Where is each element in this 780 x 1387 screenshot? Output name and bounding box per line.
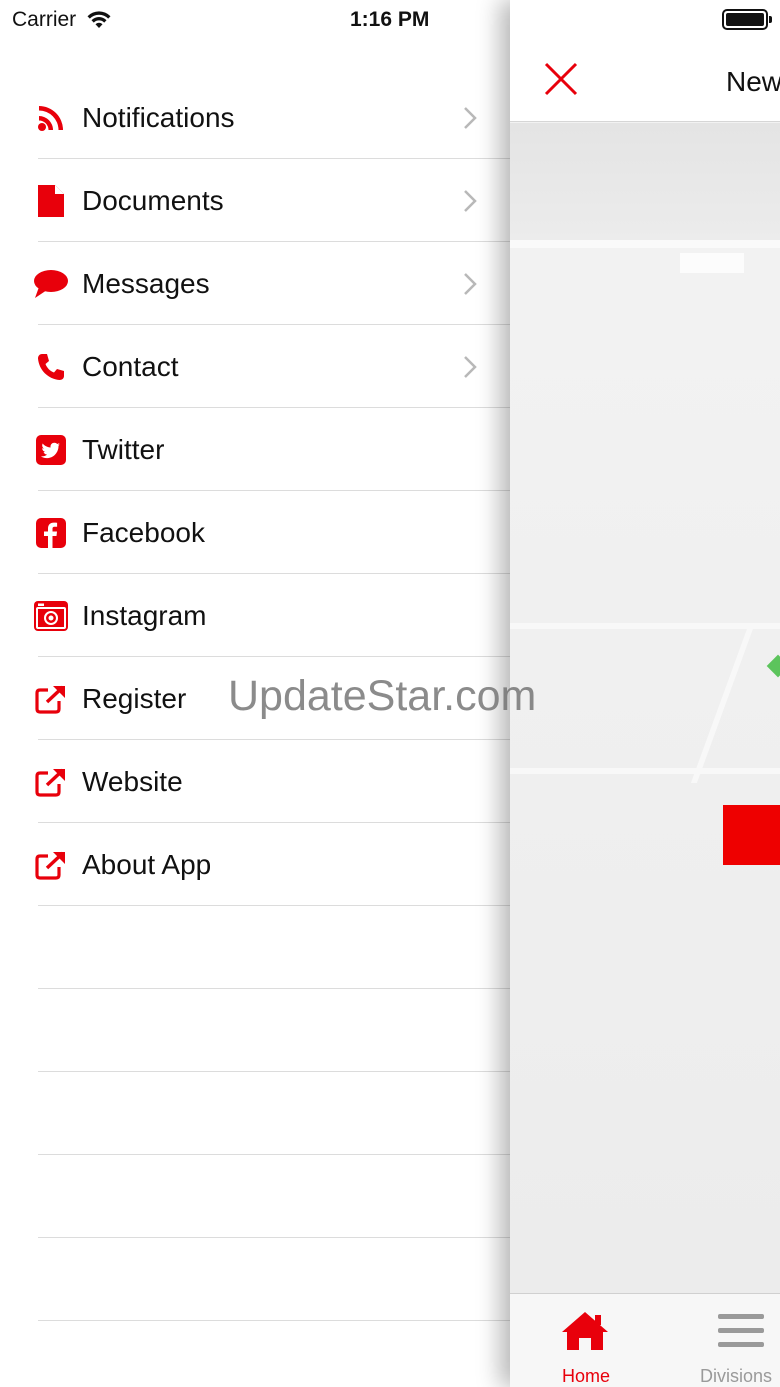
menu-label-website: Website [82,765,183,797]
hamburger-icon [718,1314,764,1347]
hero-background-image [510,123,780,1293]
menu-label-contact: Contact [82,350,179,382]
side-menu-drawer: Carrier 1:16 PM Notifications Documents … [0,0,510,1387]
chevron-right-icon [464,189,477,212]
menu-label-about-app: About App [82,848,212,880]
chat-bubble-icon [32,266,70,302]
external-link-icon [32,681,70,717]
status-time: 1:16 PM [350,8,430,31]
green-diamond-marker [766,654,780,678]
document-icon [32,183,70,219]
twitter-icon [32,432,70,468]
rss-icon [32,100,70,136]
empty-row [0,1238,510,1321]
menu-item-contact[interactable]: Contact [0,325,510,408]
facebook-icon [32,515,70,551]
menu-label-twitter: Twitter [82,433,165,465]
close-icon[interactable] [542,60,580,98]
empty-row [0,1155,510,1238]
phone-icon [32,349,70,385]
chevron-right-icon [464,106,477,129]
menu-item-documents[interactable]: Documents [0,159,510,242]
trees-background [510,123,780,243]
menu-item-website[interactable]: Website [0,740,510,823]
menu-label-instagram: Instagram [82,599,207,631]
external-link-icon [32,847,70,883]
battery-icon [722,9,772,30]
tab-label-divisions: Divisions [700,1366,773,1386]
tab-divisions[interactable]: Divisions [682,1294,780,1387]
nav-bar: New [510,44,780,122]
home-icon [562,1312,608,1350]
instagram-icon [32,598,70,634]
menu-label-documents: Documents [82,184,224,216]
menu-item-notifications[interactable]: Notifications [0,76,510,159]
field-line [510,768,780,774]
menu-item-messages[interactable]: Messages [0,242,510,325]
outfield-fence [510,240,780,248]
external-link-icon [32,764,70,800]
chevron-right-icon [464,355,477,378]
scoreboard-sign [680,253,744,273]
wifi-icon [87,11,111,28]
empty-row [0,989,510,1072]
carrier-label: Carrier [12,8,77,31]
menu-label-messages: Messages [82,267,210,299]
menu-item-about-app[interactable]: About App [0,823,510,906]
menu-item-register[interactable]: Register [0,657,510,740]
tab-label-home: Home [561,1366,610,1386]
menu-item-twitter[interactable]: Twitter [0,408,510,491]
menu-item-instagram[interactable]: Instagram [0,574,510,657]
status-bar-right [510,0,780,44]
field-line [690,623,756,783]
menu-label-notifications: Notifications [82,101,235,133]
nav-title: New [726,66,780,97]
tab-home[interactable]: Home [526,1294,646,1387]
chevron-right-icon [464,272,477,295]
empty-row [0,1072,510,1155]
field-line [510,623,780,629]
menu-label-facebook: Facebook [82,516,205,548]
red-action-button[interactable] [723,805,780,865]
menu-item-facebook[interactable]: Facebook [0,491,510,574]
menu-label-register: Register [82,682,187,714]
empty-row [0,906,510,989]
main-content-panel: New Home Divisions [510,0,780,1387]
status-bar-left: Carrier [12,8,112,32]
menu-list: Notifications Documents Messages Contact… [0,76,510,1321]
tab-bar: Home Divisions [510,1293,780,1387]
